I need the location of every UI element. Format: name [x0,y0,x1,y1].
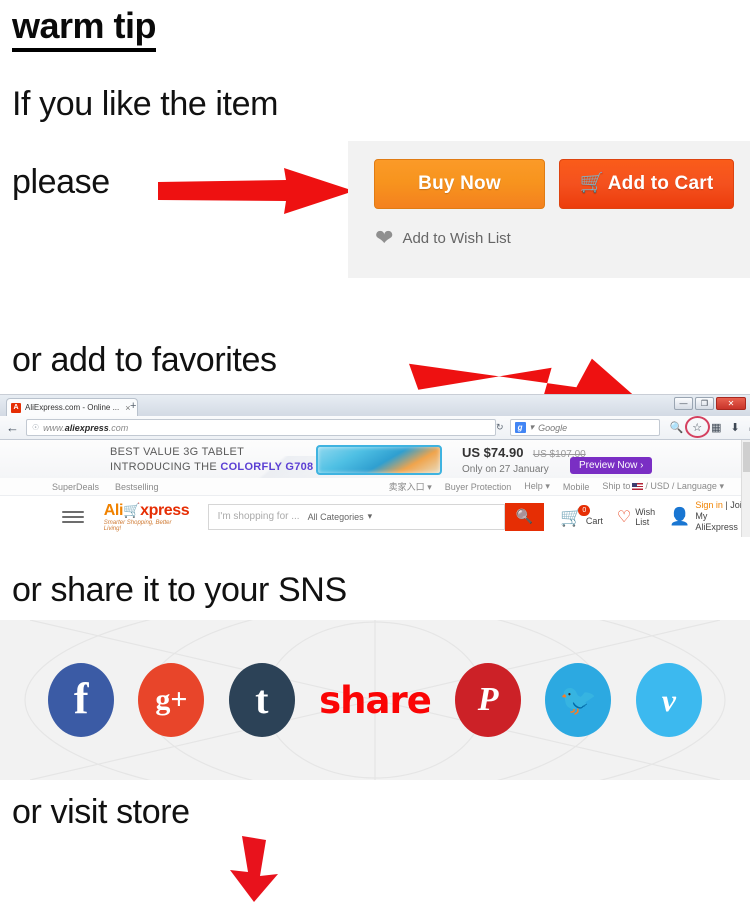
browser-tab-title: AliExpress.com - Online ... [25,403,120,412]
text-or-share-it-to-your-sns: or share it to your SNS [12,571,347,609]
search-submit-button[interactable]: 🔍 [504,502,545,531]
categories-menu-icon[interactable] [62,510,84,523]
cart-button[interactable]: 🛒 0 Cart [560,504,603,526]
person-icon: 👤 [669,506,691,526]
buy-box-panel: Buy Now 🛒 Add to Cart ❤ Add to Wish List [348,141,750,278]
tumblr-icon[interactable]: t [228,663,295,737]
banner-line-1: BEST VALUE 3G TABLET [110,446,245,458]
action-button-row: Buy Now 🛒 Add to Cart [374,159,734,209]
top-nav-left: SuperDeals Bestselling [52,482,159,492]
url-bar[interactable]: ☉ www.aliexpress.com [26,419,496,436]
scrollbar-thumb[interactable] [743,442,750,472]
page-title: warm tip [12,6,157,52]
nav-seller-entrance[interactable]: 卖家入口 ▾ [389,480,432,493]
wish-heart-icon: ♡ [616,508,632,526]
promo-banner-page: warm tip If you like the item please Buy… [0,0,750,903]
category-dropdown[interactable]: All Categories ▾ [308,511,373,522]
cart-count-badge: 0 [578,504,591,516]
site-search-input[interactable]: I'm shopping for ... All Categories ▾ [207,503,505,530]
browser-title-bar: A AliExpress.com - Online ... × + — ❐ ✕ [0,395,750,416]
nav-superdeals[interactable]: SuperDeals [52,482,99,492]
reader-icon[interactable]: ▦ [711,421,721,434]
url-text: www.aliexpress.com [43,422,129,433]
back-arrow-icon[interactable]: ← [6,420,19,435]
aliexpress-favicon: A [11,402,21,413]
google-plus-icon[interactable]: g+ [138,663,205,737]
twitter-icon[interactable]: 🐦 [545,663,612,737]
logo-tagline: Smarter Shopping, Better Living! [103,519,172,532]
nav-help[interactable]: Help ▾ [524,481,550,492]
add-to-cart-button[interactable]: 🛒 Add to Cart [559,159,734,209]
top-nav-right: 卖家入口 ▾ Buyer Protection Help ▾ Mobile Sh… [389,480,724,493]
social-icon-row: f g+ t share P 🐦 v [0,620,750,780]
nav-buyer-protection[interactable]: Buyer Protection [445,482,512,492]
text-please: please [12,163,110,201]
us-flag-icon [632,483,644,490]
buy-now-button[interactable]: Buy Now [374,159,545,209]
bookmark-star-icon[interactable]: ☆ [685,416,711,438]
preview-now-button[interactable]: Preview Now › [570,457,653,474]
site-info-icon: ☉ [32,423,40,432]
promo-banner-strip: BEST VALUE 3G TABLET INTRODUCING THE COL… [0,440,750,478]
sign-in-link[interactable]: Sign in [695,500,723,510]
red-arrow-right-icon [158,168,354,214]
header-right-actions: 🛒 0 Cart ♡ Wish List 👤 Sign in | Join My … [560,500,750,533]
wish-list-button[interactable]: ♡ Wish List [617,507,655,527]
reload-icon[interactable]: ↻ [496,422,504,433]
heart-icon: ❤ [375,225,394,250]
google-icon: g [514,422,526,433]
minimize-button[interactable]: — [674,397,693,410]
pinterest-icon[interactable]: P [455,663,522,737]
banner-price-block: US $74.90 US $107.00 Only on 27 January [462,444,586,475]
maximize-button[interactable]: ❐ [695,397,714,410]
banner-line-2: INTRODUCING THE COLORFLY G708 [110,461,314,473]
search-placeholder: I'm shopping for ... [217,511,300,522]
window-controls: — ❐ ✕ [674,397,746,410]
highlight-circle [685,416,711,438]
search-engine-label: Google [538,422,568,433]
nav-ship-to[interactable]: Ship to / USD / Language ▾ [602,481,724,492]
page-scrollbar[interactable] [741,440,750,537]
shopping-cart-icon: 🛒 [579,172,605,194]
logo-cart-icon: 🛒 [123,501,141,518]
facebook-icon[interactable]: f [48,663,115,737]
browser-toolbar-icons: 🔍 ☆ ▦ ⬇ ⌂ ■ ▾ ☰ [670,416,750,438]
current-price: US $74.90 [462,445,524,460]
aliexpress-logo[interactable]: Ali🛒xpress Smarter Shopping, Better Livi… [104,502,190,532]
text-if-you-like-the-item: If you like the item [12,85,279,123]
social-share-band: f g+ t share P 🐦 v [0,620,750,780]
add-to-wish-list-link[interactable]: ❤ Add to Wish List [375,227,511,249]
vimeo-icon[interactable]: v [635,663,702,737]
browser-nav-bar: ← ☉ www.aliexpress.com ↻ g ▾ Google 🔍 ☆ … [0,416,750,440]
nav-bestselling[interactable]: Bestselling [115,482,159,492]
red-arrow-down-icon [230,836,278,902]
browser-tab[interactable]: A AliExpress.com - Online ... × [6,398,138,416]
text-or-visit-store: or visit store [12,793,190,831]
price-note: Only on 27 January [462,464,549,475]
browser-search-bar[interactable]: g ▾ Google [509,419,660,436]
share-label: share [319,678,432,722]
nav-mobile[interactable]: Mobile [563,482,590,492]
cart-label: Cart [585,515,603,526]
search-engine-caret[interactable]: ▾ [530,422,535,433]
site-top-nav: SuperDeals Bestselling 卖家入口 ▾ Buyer Prot… [0,478,750,496]
logo-wordmark: Ali🛒xpress [103,501,190,519]
account-button[interactable]: 👤 Sign in | Join My AliExpress [669,500,750,533]
my-aliexpress-link[interactable]: My AliExpress [695,511,738,532]
search-icon[interactable]: 🔍 [670,421,684,434]
tablet-product-image [316,445,442,475]
close-window-button[interactable]: ✕ [716,397,746,410]
add-to-cart-label: Add to Cart [607,173,714,194]
new-tab-button[interactable]: + [130,400,136,412]
banner-text: BEST VALUE 3G TABLET INTRODUCING THE COL… [110,445,313,475]
add-to-wish-list-label: Add to Wish List [402,229,511,247]
wish-list-label: Wish List [635,506,656,527]
download-icon[interactable]: ⬇ [731,421,740,434]
browser-screenshot: A AliExpress.com - Online ... × + — ❐ ✕ … [0,394,750,537]
site-header: Ali🛒xpress Smarter Shopping, Better Livi… [0,496,750,537]
buy-now-label: Buy Now [418,173,501,194]
text-or-add-to-favorites: or add to favorites [12,341,277,379]
